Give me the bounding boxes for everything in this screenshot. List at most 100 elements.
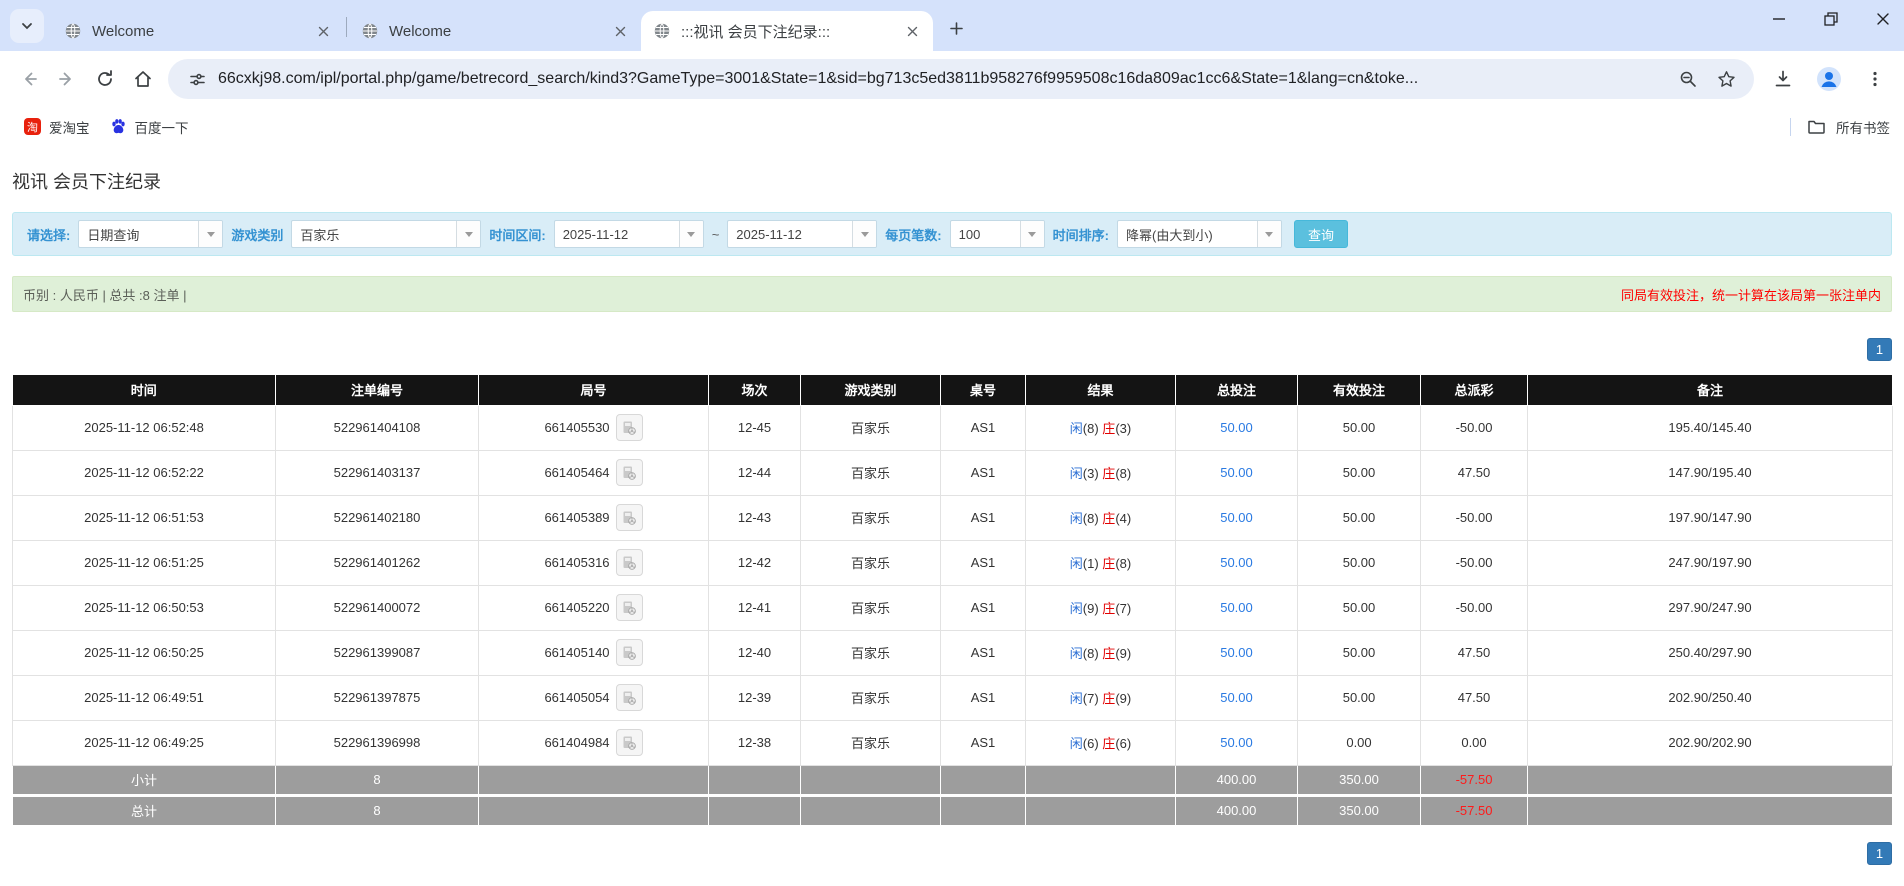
note-cell: 202.90/250.40 — [1527, 674, 1893, 721]
table-no-cell: AS1 — [940, 494, 1026, 541]
all-bookmarks-label[interactable]: 所有书签 — [1836, 117, 1890, 137]
window-minimize-button[interactable] — [1766, 6, 1792, 32]
browser-tab-1[interactable]: Welcome — [52, 11, 344, 51]
total-bet-link[interactable]: 50.00 — [1220, 555, 1253, 570]
banker-result: 庄 — [1102, 601, 1116, 616]
date-range-label: 时间区间: — [489, 227, 546, 243]
subtotal-cell-4 — [800, 764, 941, 796]
video-replay-icon[interactable] — [615, 414, 643, 441]
valid-bet-cell: 0.00 — [1297, 719, 1421, 766]
subtotal-cell-6 — [1025, 764, 1176, 796]
total-bet-link[interactable]: 50.00 — [1220, 510, 1253, 525]
game-type-cell: 百家乐 — [800, 539, 941, 586]
payout-cell: 47.50 — [1420, 629, 1528, 676]
valid-bet-cell: 50.00 — [1297, 539, 1421, 586]
chevron-down-icon[interactable] — [852, 221, 877, 247]
table-no-cell: AS1 — [940, 674, 1026, 721]
pagination-top: 1 — [12, 338, 1892, 361]
url-text[interactable]: 66cxkj98.com/ipl/portal.php/game/betreco… — [218, 70, 1672, 88]
tab-search-chevron-icon[interactable] — [10, 9, 44, 43]
query-button[interactable]: 查询 — [1293, 220, 1348, 248]
bookmark-taobao[interactable]: 淘 爱淘宝 — [14, 113, 100, 141]
date-from-input[interactable] — [553, 220, 704, 248]
session-cell: 12-41 — [708, 584, 801, 631]
page-1-button[interactable]: 1 — [1867, 338, 1892, 361]
date-separator: ~ — [711, 226, 720, 242]
site-info-icon[interactable] — [180, 62, 214, 96]
game-type-select[interactable] — [291, 220, 482, 248]
chevron-down-icon[interactable] — [456, 221, 481, 247]
player-result: 闲 — [1069, 421, 1083, 436]
table-row: 2025-11-12 06:49:51 522961397875 661405054… — [12, 674, 1893, 721]
total-bet-link[interactable]: 50.00 — [1220, 600, 1253, 615]
bet-id-cell: 522961396998 — [275, 719, 479, 766]
query-type-value[interactable] — [79, 221, 199, 247]
column-header: 注单编号 — [275, 375, 479, 406]
zoom-out-icon[interactable] — [1672, 63, 1704, 95]
bookmark-star-icon[interactable] — [1710, 63, 1742, 95]
chevron-down-icon[interactable] — [678, 221, 703, 247]
video-replay-icon[interactable] — [615, 504, 643, 531]
query-type-select[interactable] — [78, 220, 224, 248]
date-to-value[interactable] — [728, 221, 853, 247]
subtotal-cell-2 — [478, 764, 709, 796]
video-replay-icon[interactable] — [615, 594, 643, 621]
total-cell-2 — [478, 793, 709, 826]
video-replay-icon[interactable] — [615, 639, 643, 666]
total-bet-cell: 50.00 — [1175, 719, 1298, 766]
column-header: 局号 — [478, 375, 709, 406]
bookmark-label: 百度一下 — [134, 120, 189, 136]
total-bet-link[interactable]: 50.00 — [1220, 690, 1253, 705]
baidu-paw-icon — [110, 118, 127, 135]
window-restore-button[interactable] — [1818, 6, 1844, 32]
column-header: 时间 — [12, 375, 276, 406]
total-bet-link[interactable]: 50.00 — [1220, 465, 1253, 480]
window-close-button[interactable] — [1870, 6, 1896, 32]
round-id-cell: 661405316 — [478, 539, 709, 586]
bet-records-table: 时间 注单编号 局号 场次 游戏类别 桌号 结果 总投注 有效投注 总派彩 备注 2025-11-1… — [12, 375, 1893, 826]
page-size-value[interactable] — [950, 221, 1020, 247]
downloads-icon[interactable] — [1764, 60, 1802, 98]
total-bet-link[interactable]: 50.00 — [1220, 420, 1253, 435]
reload-icon[interactable] — [86, 60, 124, 98]
video-replay-icon[interactable] — [615, 729, 643, 756]
date-to-input[interactable] — [727, 220, 878, 248]
video-replay-icon[interactable] — [615, 459, 643, 486]
back-icon[interactable] — [10, 60, 48, 98]
tab-title: :::视讯 会员下注纪录::: — [681, 23, 831, 41]
total-bet-link[interactable]: 50.00 — [1220, 645, 1253, 660]
column-header: 结果 — [1025, 375, 1176, 406]
tab-close-icon[interactable] — [901, 20, 923, 42]
game-type-value[interactable] — [292, 221, 457, 247]
tab-close-icon[interactable] — [312, 20, 334, 42]
browser-tab-2[interactable]: Welcome — [349, 11, 641, 51]
date-from-value[interactable] — [554, 221, 679, 247]
video-replay-icon[interactable] — [615, 549, 643, 576]
globe-icon — [361, 22, 379, 40]
sort-value[interactable] — [1117, 221, 1257, 247]
tab-title: Welcome — [389, 22, 452, 40]
forward-icon[interactable] — [48, 60, 86, 98]
game-type-cell: 百家乐 — [800, 494, 941, 541]
chevron-down-icon[interactable] — [198, 221, 223, 247]
sort-select[interactable] — [1116, 220, 1282, 248]
page-1-button[interactable]: 1 — [1867, 841, 1892, 865]
profile-avatar[interactable] — [1810, 60, 1848, 98]
table-no-cell: AS1 — [940, 539, 1026, 586]
menu-dots-icon[interactable] — [1856, 60, 1894, 98]
tab-close-icon[interactable] — [609, 20, 631, 42]
total-bet-link[interactable]: 50.00 — [1220, 735, 1253, 750]
address-bar[interactable]: 66cxkj98.com/ipl/portal.php/game/betreco… — [168, 59, 1754, 99]
column-header: 备注 — [1527, 375, 1893, 406]
note-cell: 195.40/145.40 — [1527, 404, 1893, 451]
select-label: 请选择: — [27, 227, 71, 243]
new-tab-button[interactable] — [941, 13, 971, 43]
page-size-select[interactable] — [949, 220, 1045, 248]
browser-tab-3[interactable]: :::视讯 会员下注纪录::: — [641, 11, 933, 51]
video-replay-icon[interactable] — [615, 684, 643, 711]
bookmark-baidu[interactable]: 百度一下 — [100, 113, 199, 141]
chevron-down-icon[interactable] — [1019, 221, 1044, 247]
home-icon[interactable] — [124, 60, 162, 98]
round-id-text: 661405464 — [544, 465, 610, 480]
chevron-down-icon[interactable] — [1256, 221, 1281, 247]
